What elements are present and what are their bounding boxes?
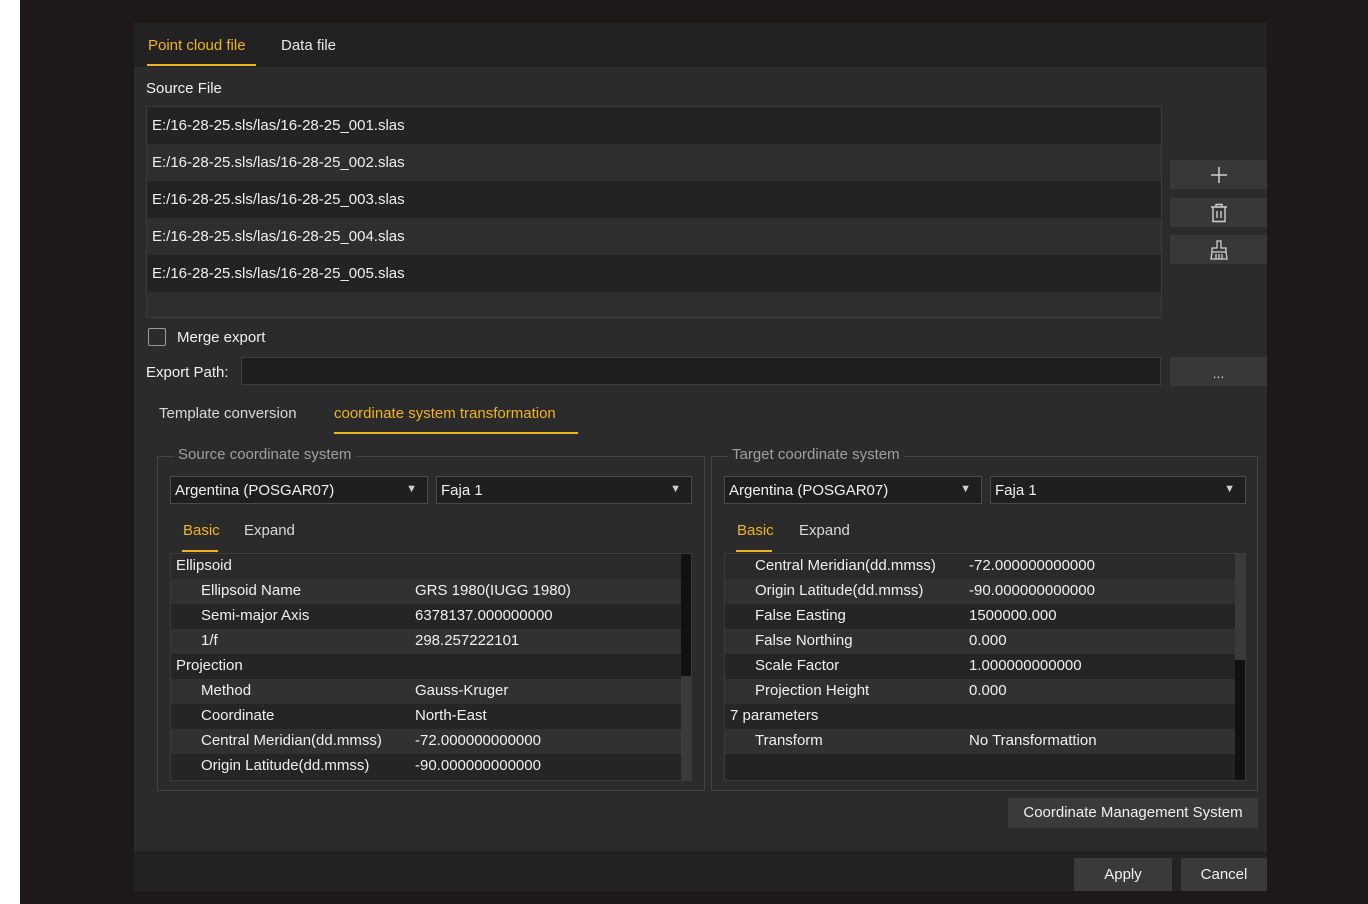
apply-button[interactable]: Apply — [1074, 858, 1172, 891]
source-parameter-table: Ellipsoid Ellipsoid Name GRS 1980(IUGG 19… — [170, 553, 692, 781]
source-tab-expand[interactable]: Expand — [244, 522, 295, 539]
file-row[interactable]: E:/16-28-25.sls/las/16-28-25_004.slas — [147, 218, 1161, 256]
source-coordinate-group: Source coordinate system Argentina (POSG… — [157, 446, 705, 791]
dropdown-arrow-icon: ▼ — [406, 483, 417, 495]
source-file-label: Source File — [146, 80, 222, 97]
target-basic-indicator — [736, 550, 772, 552]
coordinate-management-button[interactable]: Coordinate Management System — [1008, 798, 1258, 828]
file-row[interactable]: E:/16-28-25.sls/las/16-28-25_002.slas — [147, 144, 1161, 182]
top-tab-bar: Point cloud file Data file — [134, 23, 1267, 67]
scrollbar-thumb[interactable] — [681, 676, 691, 780]
file-row[interactable]: E:/16-28-25.sls/las/16-28-25_001.slas — [147, 107, 1161, 145]
left-edge-strip — [0, 0, 20, 904]
table-row: Method Gauss-Kruger — [171, 679, 691, 704]
table-row: Ellipsoid Name GRS 1980(IUGG 1980) — [171, 579, 691, 604]
table-row: Projection Height 0.000 — [725, 679, 1245, 704]
target-table-scrollbar[interactable] — [1235, 554, 1245, 780]
merge-export-checkbox[interactable] — [148, 328, 166, 346]
clear-files-button[interactable] — [1170, 235, 1267, 264]
file-row[interactable]: E:/16-28-25.sls/las/16-28-25_005.slas — [147, 255, 1161, 293]
table-row: 1/f 298.257222101 — [171, 629, 691, 654]
table-row: Origin Latitude(dd.mmss) -90.000000000000 — [725, 579, 1245, 604]
table-row: False Easting 1500000.000 — [725, 604, 1245, 629]
browse-button[interactable]: ... — [1170, 357, 1267, 386]
source-tab-basic[interactable]: Basic — [183, 522, 220, 539]
dropdown-arrow-icon: ▼ — [960, 483, 971, 495]
scrollbar-thumb[interactable] — [1235, 554, 1245, 660]
target-group-title: Target coordinate system — [728, 446, 904, 463]
dropdown-arrow-icon: ▼ — [1224, 483, 1235, 495]
plus-icon — [1210, 166, 1227, 183]
dialog-footer: Apply Cancel — [134, 851, 1267, 891]
export-path-input[interactable] — [241, 357, 1161, 385]
delete-file-button[interactable] — [1170, 198, 1267, 227]
table-row: Central Meridian(dd.mmss) -72.00000000000… — [725, 554, 1245, 579]
cancel-button[interactable]: Cancel — [1181, 858, 1267, 891]
table-row: 7 parameters — [725, 704, 1245, 729]
target-tab-basic[interactable]: Basic — [737, 522, 774, 539]
tab-data-file[interactable]: Data file — [281, 37, 336, 54]
empty-file-row — [147, 292, 1161, 317]
target-parameter-table: Central Meridian(dd.mmss) -72.00000000000… — [724, 553, 1246, 781]
table-row: Coordinate North-East — [171, 704, 691, 729]
source-table-scrollbar[interactable] — [681, 554, 691, 780]
export-dialog: Point cloud file Data file Source File E… — [134, 23, 1267, 891]
trash-icon — [1210, 203, 1227, 222]
tab-coordinate-transformation[interactable]: coordinate system transformation — [334, 405, 556, 422]
table-row: Semi-major Axis 6378137.000000000 — [171, 604, 691, 629]
source-basic-indicator — [182, 550, 218, 552]
target-zone-select[interactable]: Faja 1 ▼ — [990, 476, 1246, 504]
target-tab-expand[interactable]: Expand — [799, 522, 850, 539]
broom-icon — [1209, 239, 1228, 260]
source-zone-select[interactable]: Faja 1 ▼ — [436, 476, 692, 504]
source-file-list[interactable]: E:/16-28-25.sls/las/16-28-25_001.slas E:… — [146, 106, 1162, 318]
source-group-title: Source coordinate system — [174, 446, 356, 463]
active-tab-indicator — [147, 64, 256, 66]
source-country-select[interactable]: Argentina (POSGAR07) ▼ — [170, 476, 428, 504]
active-mode-indicator — [334, 432, 578, 434]
file-row[interactable]: E:/16-28-25.sls/las/16-28-25_003.slas — [147, 181, 1161, 219]
table-row: False Northing 0.000 — [725, 629, 1245, 654]
export-path-label: Export Path: — [146, 364, 229, 381]
table-row: Transform No Transformattion — [725, 729, 1245, 754]
dropdown-arrow-icon: ▼ — [670, 483, 681, 495]
table-row: Projection — [171, 654, 691, 679]
table-row: Origin Latitude(dd.mmss) -90.000000000000 — [171, 754, 691, 779]
target-country-select[interactable]: Argentina (POSGAR07) ▼ — [724, 476, 982, 504]
merge-export-label: Merge export — [177, 329, 266, 346]
add-file-button[interactable] — [1170, 160, 1267, 189]
table-row: Scale Factor 1.000000000000 — [725, 654, 1245, 679]
target-coordinate-group: Target coordinate system Argentina (POSG… — [711, 446, 1258, 791]
table-row: Central Meridian(dd.mmss) -72.00000000000… — [171, 729, 691, 754]
tab-point-cloud-file[interactable]: Point cloud file — [148, 37, 246, 54]
tab-template-conversion[interactable]: Template conversion — [159, 405, 297, 422]
table-row: Ellipsoid — [171, 554, 691, 579]
